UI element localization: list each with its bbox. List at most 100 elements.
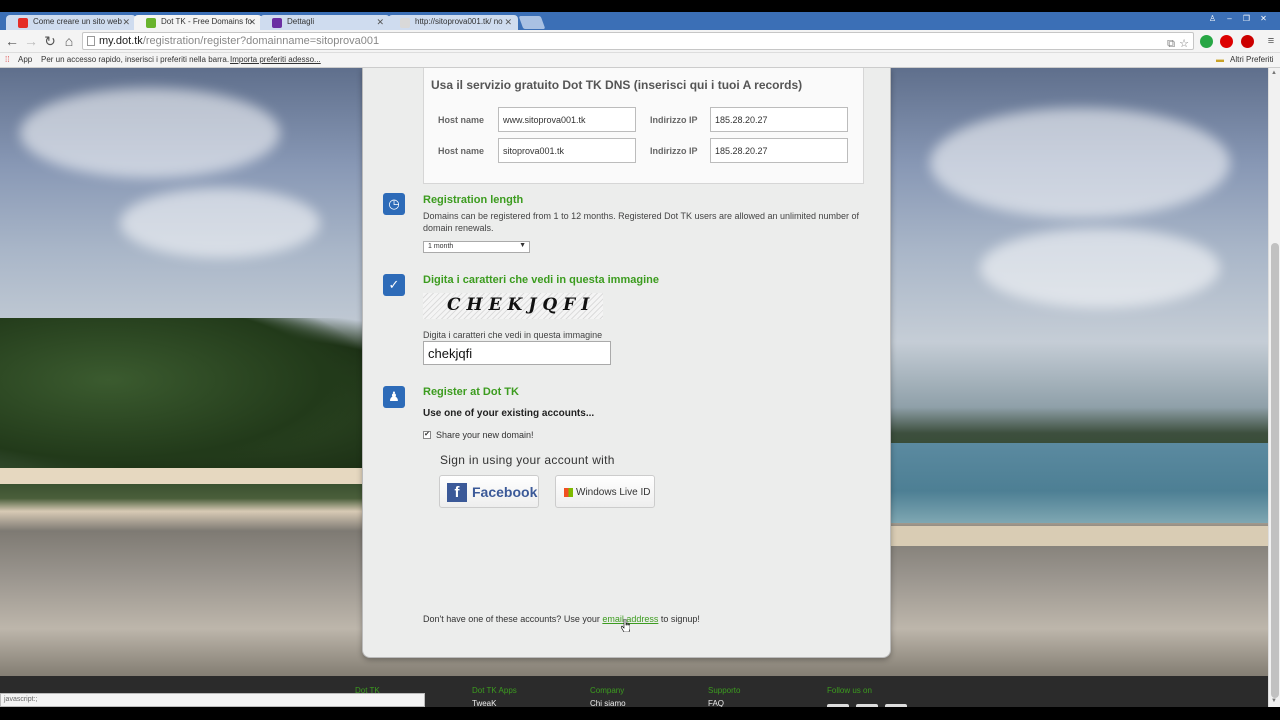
hand-cursor-icon <box>621 619 630 632</box>
user-icon: ♟ <box>383 386 405 408</box>
close-icon[interactable]: ✕ <box>376 17 384 28</box>
captcha-field-label: Digita i caratteri che vedi in questa im… <box>423 330 603 340</box>
apps-icon[interactable]: ⁞⁞ <box>5 53 9 67</box>
tab-strip: Come creare un sito web ✕ Dot TK - Free … <box>0 0 1280 31</box>
footer-heading: Company <box>590 686 625 695</box>
tab-title: Dettagli <box>287 17 315 26</box>
scrollbar[interactable]: ▲ ▼ <box>1268 68 1280 720</box>
dot-tk-icon <box>146 18 156 28</box>
tab-title: http://sitoprova001.tk/ no <box>415 17 503 26</box>
tab-come-creare[interactable]: Come creare un sito web ✕ <box>6 15 136 30</box>
captcha-title: Digita i caratteri che vedi in questa im… <box>423 274 659 286</box>
page-icon <box>400 18 410 28</box>
checkmark-icon: ✓ <box>383 274 405 296</box>
windows-live-button[interactable]: Windows Live ID <box>555 475 655 508</box>
folder-icon: ▬ <box>1216 55 1224 64</box>
beach <box>890 526 1268 546</box>
url-domain: my.dot.tk <box>99 35 143 47</box>
share-label: Share your new domain! <box>436 430 534 440</box>
signup-text: Don't have one of these accounts? Use yo… <box>423 614 700 624</box>
close-icon[interactable]: ✕ <box>504 17 512 28</box>
host-input-1[interactable] <box>498 107 636 132</box>
maximize-icon[interactable]: ❐ <box>1238 14 1255 24</box>
yahoo-icon <box>272 18 282 28</box>
facebook-label: Facebook <box>472 484 538 500</box>
share-checkbox[interactable]: ✔ <box>423 431 431 439</box>
close-icon[interactable]: ✕ <box>248 17 256 28</box>
register-title: Register at Dot TK <box>423 386 519 398</box>
captcha-image: CHEKJQFI <box>423 293 603 319</box>
bookmarks-bar: ⁞⁞ App Per un accesso rapido, inserisci … <box>0 53 1280 68</box>
registration-description: Domains can be registered from 1 to 12 m… <box>423 211 860 233</box>
menu-icon[interactable]: ≡ <box>1262 32 1280 50</box>
host-label: Host name <box>438 146 485 156</box>
chevron-down-icon: ▼ <box>519 242 526 249</box>
other-bookmarks[interactable]: Altri Preferiti <box>1230 53 1274 67</box>
apps-link[interactable]: App <box>18 53 32 67</box>
sea <box>890 443 1268 523</box>
tab-dettagli[interactable]: Dettagli ✕ <box>260 15 390 30</box>
browser-window: Come creare un sito web ✕ Dot TK - Free … <box>0 0 1280 720</box>
close-window-icon[interactable]: ✕ <box>1255 14 1272 24</box>
host-input-2[interactable] <box>498 138 636 163</box>
close-icon[interactable]: ✕ <box>122 17 130 28</box>
user-icon[interactable]: ♙ <box>1204 14 1221 24</box>
tab-title: Dot TK - Free Domains fo <box>161 17 252 26</box>
captcha-input[interactable] <box>423 341 611 365</box>
footer-heading: Follow us on <box>827 686 872 695</box>
email-signup-link[interactable]: email address <box>602 614 658 624</box>
scrollbar-thumb[interactable] <box>1271 243 1279 698</box>
forward-icon[interactable]: → <box>22 32 40 50</box>
youtube-icon <box>18 18 28 28</box>
cloud <box>120 188 320 258</box>
scroll-down-icon[interactable]: ▼ <box>1271 698 1277 704</box>
cloud <box>930 108 1230 218</box>
adblock-icon[interactable] <box>1241 35 1254 48</box>
dns-title: Usa il servizio gratuito Dot TK DNS (ins… <box>431 78 803 92</box>
host-label: Host name <box>438 115 485 125</box>
cloud <box>980 228 1220 308</box>
star-icon[interactable]: ☆ <box>1179 36 1189 52</box>
address-bar[interactable]: my.dot.tk/registration/register?domainna… <box>82 32 1194 50</box>
scroll-up-icon[interactable]: ▲ <box>1271 70 1277 76</box>
page-background: Usa il servizio gratuito Dot TK DNS (ins… <box>0 68 1268 720</box>
back-icon[interactable]: ← <box>3 32 21 50</box>
ip-input-2[interactable] <box>710 138 848 163</box>
facebook-button[interactable]: f Facebook <box>439 475 539 508</box>
opera-icon[interactable] <box>1220 35 1233 48</box>
translate-icon[interactable]: ⧉ <box>1167 36 1175 52</box>
facebook-icon: f <box>447 483 467 502</box>
cloud <box>20 88 280 178</box>
home-icon[interactable]: ⌂ <box>60 32 78 50</box>
ip-label: Indirizzo IP <box>650 115 698 125</box>
windows-flag-icon <box>564 488 573 497</box>
register-subtitle: Use one of your existing accounts... <box>423 408 595 419</box>
browser-toolbar: ← → ↻ ⌂ my.dot.tk/registration/register?… <box>0 30 1280 53</box>
tab-dot-tk[interactable]: Dot TK - Free Domains fo ✕ <box>134 15 262 31</box>
page-icon <box>87 36 95 46</box>
palm-trees <box>0 318 362 473</box>
import-bookmarks-link[interactable]: Importa preferiti adesso... <box>230 53 321 67</box>
tab-title: Come creare un sito web <box>33 17 122 26</box>
signup-suffix: to signup! <box>660 614 700 624</box>
ip-label: Indirizzo IP <box>650 146 698 156</box>
new-tab-button[interactable] <box>518 16 546 29</box>
select-value: 1 month <box>428 243 454 250</box>
windows-live-label: Windows Live ID <box>576 487 651 498</box>
url-path: /registration/register?domainname=sitopr… <box>142 35 380 47</box>
reload-icon[interactable]: ↻ <box>41 32 59 50</box>
signin-text: Sign in using your account with <box>440 453 615 467</box>
footer-heading: Dot TK Apps <box>472 686 517 695</box>
window-controls: ♙ – ❐ ✕ <box>1204 14 1272 24</box>
tab-sitoprova[interactable]: http://sitoprova001.tk/ no ✕ <box>388 15 518 30</box>
clock-icon: ◷ <box>383 193 405 215</box>
bookmarks-hint: Per un accesso rapido, inserisci i prefe… <box>41 55 230 64</box>
registration-length-select[interactable]: 1 month ▼ <box>423 241 530 253</box>
minimize-icon[interactable]: – <box>1221 14 1238 24</box>
footer-heading: Supporto <box>708 686 741 695</box>
ip-input-1[interactable] <box>710 107 848 132</box>
captcha-text: CHEKJQFI <box>447 295 596 315</box>
beach <box>0 468 362 484</box>
registration-card: Usa il servizio gratuito Dot TK DNS (ins… <box>362 68 891 658</box>
extension-green-icon[interactable] <box>1200 35 1213 48</box>
